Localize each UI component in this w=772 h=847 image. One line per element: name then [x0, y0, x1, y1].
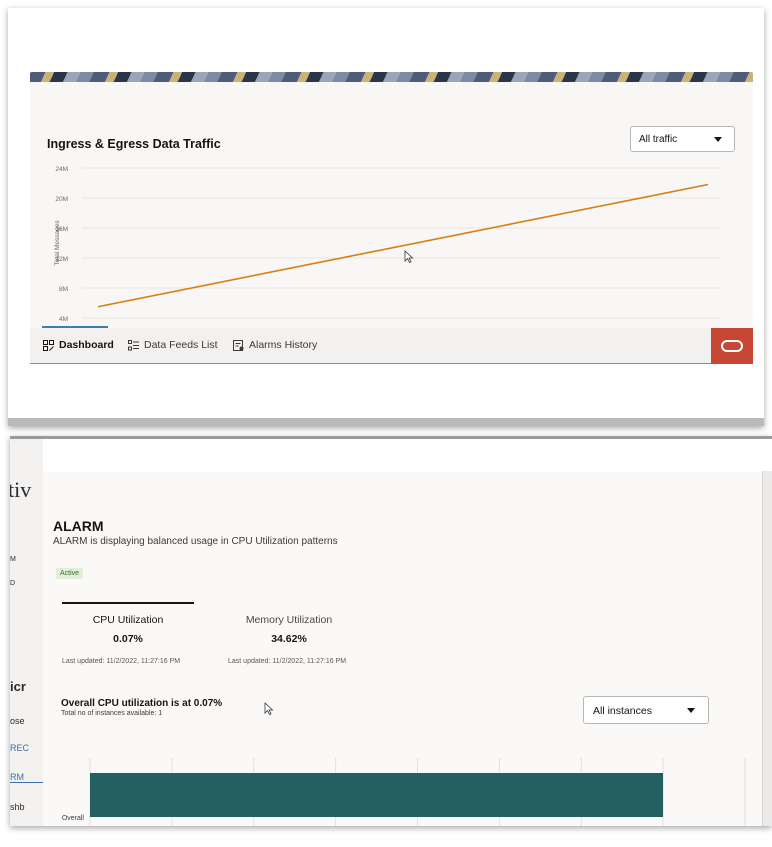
- tab-alarms-history[interactable]: Alarms History: [233, 339, 317, 351]
- bg-text-fragment: shb: [10, 802, 25, 812]
- tab-dashboard[interactable]: Dashboard: [43, 339, 114, 351]
- traffic-card: Ingress & Egress Data Traffic All traffi…: [30, 82, 753, 362]
- bg-text-fragment: icr: [10, 679, 26, 694]
- category-label: Overall: [62, 815, 85, 822]
- bg-text-fragment: RM: [10, 772, 43, 783]
- oracle-logo-button[interactable]: [711, 328, 753, 364]
- mouse-cursor-icon: [264, 702, 274, 716]
- list-icon: [128, 339, 139, 351]
- bg-text-fragment: D: [10, 580, 16, 587]
- window-top-edge: [10, 436, 772, 439]
- mouse-cursor-icon: [404, 250, 414, 264]
- bg-text-fragment: ose: [10, 716, 25, 726]
- y-tick-label: 4M: [59, 316, 68, 323]
- y-tick-label: 24M: [55, 166, 68, 173]
- tab-alarms-history-label: Alarms History: [249, 339, 318, 351]
- alarm-detail-window: tiv M D icr ose REC RM shb ‹ › × ALARM A…: [10, 436, 772, 826]
- y-tick-label: 8M: [59, 286, 68, 293]
- background-page-strip: tiv M D icr ose REC RM shb: [10, 439, 43, 826]
- tab-dashboard-label: Dashboard: [59, 339, 114, 351]
- y-tick-label: 20M: [55, 196, 68, 203]
- bg-text-fragment: M: [10, 556, 16, 563]
- alarm-history-icon: [233, 339, 244, 351]
- tab-data-feeds-list[interactable]: Data Feeds List: [128, 339, 218, 351]
- oracle-logo-icon: [721, 340, 743, 352]
- decorative-banner: [30, 72, 753, 82]
- scrollbar[interactable]: [762, 471, 772, 826]
- cpu-bar-chart: Overall: [62, 758, 746, 826]
- bottom-tab-bar: Dashboard Data Feeds List Alarms History: [30, 326, 753, 364]
- alarm-drawer: ALARM ALARM is displaying balanced usage…: [43, 472, 762, 826]
- y-axis-label: Total Messages: [54, 220, 61, 266]
- active-tab-indicator: [42, 326, 108, 328]
- dashboard-icon: [43, 339, 54, 351]
- window-divider: [8, 418, 764, 426]
- traffic-dashboard-window: Ingress & Egress Data Traffic All traffi…: [8, 8, 764, 426]
- bar-overall: [90, 773, 663, 817]
- tab-data-feeds-label: Data Feeds List: [144, 339, 218, 351]
- bg-text-fragment: tiv: [10, 477, 32, 502]
- traffic-line-chart: 24M20M16M12M8M4MTotal Messages: [54, 166, 720, 323]
- bg-text-fragment: REC: [10, 743, 30, 753]
